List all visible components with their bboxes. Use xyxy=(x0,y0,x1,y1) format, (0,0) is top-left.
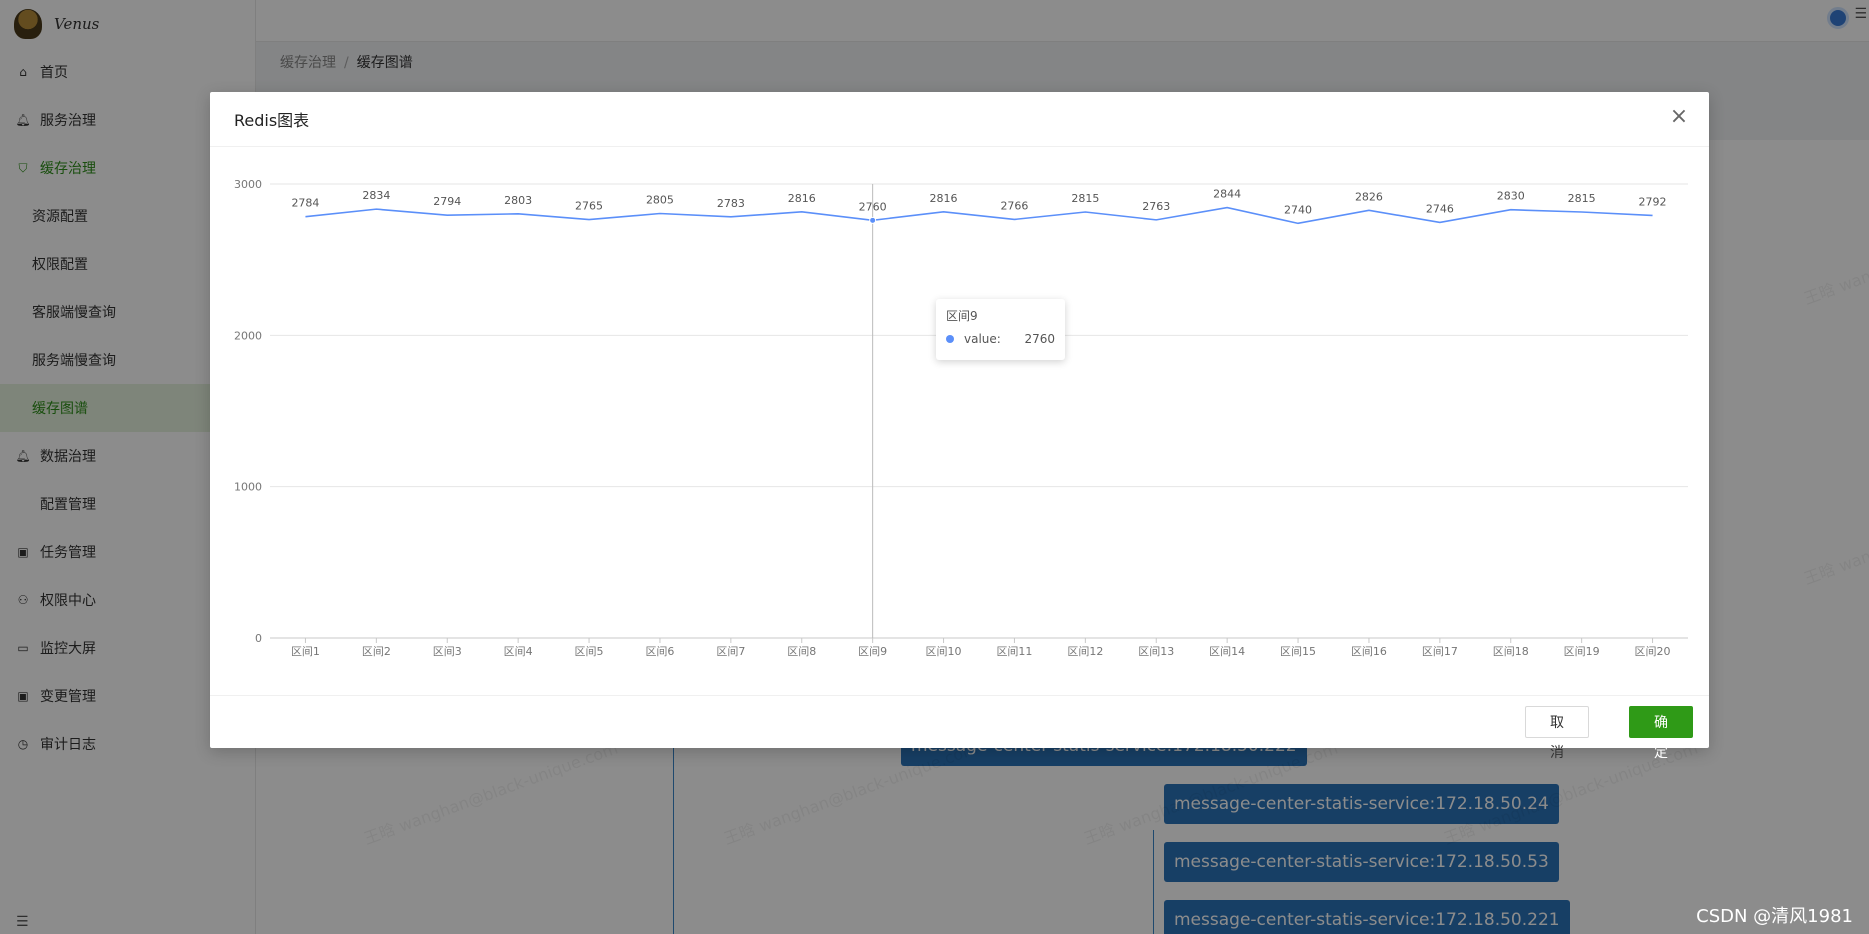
data-label: 2803 xyxy=(504,194,532,207)
x-tick-label: 区间6 xyxy=(645,645,674,658)
chart-tooltip: 区间9 value: 2760 xyxy=(936,299,1065,360)
x-tick-label: 区间9 xyxy=(858,645,887,658)
redis-line-chart[interactable]: 0 1000 2000 3000 区间1 区间2 区间3 区间4 区间5 区间6 区间7 区间8 区间9… xyxy=(210,148,1709,696)
tooltip-title: 区间9 xyxy=(946,309,978,323)
data-label: 2815 xyxy=(1568,192,1596,205)
data-label: 2746 xyxy=(1426,202,1454,215)
modal-footer: 取 消 确 定 xyxy=(210,695,1709,760)
data-label: 2763 xyxy=(1142,200,1170,213)
modal-body: 0 1000 2000 3000 区间1 区间2 区间3 区间4 区间5 区间6 区间7 区间8 区间9… xyxy=(210,148,1709,696)
data-label: 2830 xyxy=(1497,190,1525,203)
x-tick-label: 区间18 xyxy=(1493,645,1529,658)
tooltip-row: value: 2760 xyxy=(946,332,1055,346)
data-label: 2783 xyxy=(717,197,745,210)
data-label: 2792 xyxy=(1639,195,1667,208)
x-tick-label: 区间11 xyxy=(996,645,1032,658)
modal-header: Redis图表 xyxy=(210,92,1709,147)
x-tick-label: 区间5 xyxy=(575,645,604,658)
data-label: 2834 xyxy=(362,189,390,202)
data-label: 2765 xyxy=(575,200,603,213)
series-dot-icon xyxy=(946,335,954,343)
modal-title: Redis图表 xyxy=(234,111,310,130)
y-tick-label: 3000 xyxy=(234,178,262,191)
x-tick-label: 区间4 xyxy=(504,645,533,658)
tooltip-label: value: xyxy=(964,332,1001,346)
x-tick-label: 区间10 xyxy=(926,645,962,658)
data-label: 2826 xyxy=(1355,190,1383,203)
x-tick-label: 区间1 xyxy=(291,645,320,658)
confirm-button[interactable]: 确 定 xyxy=(1629,706,1693,760)
y-tick-label: 2000 xyxy=(234,329,262,342)
data-label: 2760 xyxy=(859,200,887,213)
y-tick-label: 1000 xyxy=(234,481,262,494)
data-label: 2784 xyxy=(291,197,319,210)
data-label: 2844 xyxy=(1213,188,1241,201)
x-tick-label: 区间7 xyxy=(716,645,745,658)
data-label: 2815 xyxy=(1071,192,1099,205)
x-tick-label: 区间3 xyxy=(433,645,462,658)
tooltip-value: 2760 xyxy=(1024,332,1055,346)
x-tick-label: 区间2 xyxy=(362,645,391,658)
data-label: 2740 xyxy=(1284,203,1312,216)
x-tick-label: 区间17 xyxy=(1422,645,1458,658)
csdn-credit: CSDN @清风1981 xyxy=(1696,906,1853,927)
x-tick-label: 区间14 xyxy=(1209,645,1245,658)
data-label: 2766 xyxy=(1000,199,1028,212)
data-label: 2816 xyxy=(788,192,816,205)
redis-chart-modal: Redis图表 × 0 1000 2000 3000 区间1 区间2 区间3 区间4 区间5 区间… xyxy=(210,92,1709,760)
x-tick-label: 区间20 xyxy=(1635,645,1671,658)
x-tick-label: 区间15 xyxy=(1280,645,1316,658)
x-tick-label: 区间8 xyxy=(787,645,816,658)
data-label: 2805 xyxy=(646,194,674,207)
x-tick-label: 区间12 xyxy=(1067,645,1103,658)
cancel-button[interactable]: 取 消 xyxy=(1525,706,1589,760)
data-label: 2794 xyxy=(433,195,461,208)
close-icon[interactable]: × xyxy=(1667,106,1691,130)
y-tick-label: 0 xyxy=(255,632,262,645)
x-tick-label: 区间16 xyxy=(1351,645,1387,658)
x-tick-label: 区间13 xyxy=(1138,645,1174,658)
x-tick-label: 区间19 xyxy=(1564,645,1600,658)
data-point xyxy=(869,216,877,224)
data-label: 2816 xyxy=(930,192,958,205)
